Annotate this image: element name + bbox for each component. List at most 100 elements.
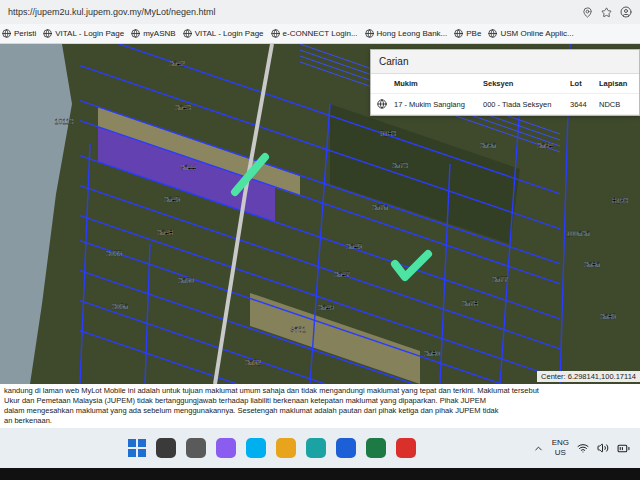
disclaimer: kandung di laman web MyLot Mobile ini ad…: [0, 384, 640, 428]
parcel-boundary: [500, 104, 520, 384]
globe-icon: [365, 29, 374, 38]
lot-label[interactable]: 8193: [612, 197, 628, 204]
center-coordinates: Center: 6.298141,100.17114: [537, 371, 640, 382]
globe-icon: [271, 29, 280, 38]
globe-icon: [131, 29, 140, 38]
lot-label[interactable]: 3649: [318, 304, 334, 311]
lot-label[interactable]: 3645: [346, 243, 362, 250]
disclaimer-line: Ukur dan Pemetaan Malaysia (JUPEM) tidak…: [4, 396, 636, 406]
lot-label[interactable]: 3686: [584, 261, 600, 268]
land: [0, 44, 640, 384]
battery-icon[interactable]: [617, 442, 630, 455]
bookmarks-bar: Peristi VITAL - Login Page myASNB VITAL - L…: [0, 24, 640, 44]
parcel-boundary: [80, 121, 560, 284]
app-icon[interactable]: [396, 438, 416, 458]
lot-label[interactable]: 3645: [164, 196, 180, 203]
lot-label[interactable]: 3642: [169, 60, 185, 67]
column-header: Mukim: [394, 79, 480, 88]
column-header: Lapisan: [599, 79, 633, 88]
table-cell: 17 - Mukim Sanglang: [394, 100, 480, 109]
bookmark[interactable]: USM Online Applic...: [488, 29, 573, 38]
parcel-boundary: [145, 244, 150, 384]
lot-label[interactable]: 3650: [178, 277, 194, 284]
address-actions: [582, 6, 632, 18]
taskbar: ENGUS: [0, 428, 640, 468]
bookmark[interactable]: PBe: [454, 29, 481, 38]
bookmark[interactable]: e-CONNECT Login...: [271, 29, 358, 38]
lot-label[interactable]: 100636: [566, 230, 589, 237]
road: [215, 44, 272, 384]
globe-icon: [488, 29, 497, 38]
disclaimer-line: an berkenaan.: [4, 416, 636, 426]
lot-label[interactable]: 5183: [380, 130, 396, 137]
screen: https://jupem2u.kul.jupem.gov.my/MyLot/n…: [0, 0, 640, 480]
column-header: Seksyen: [483, 79, 567, 88]
parcel-boundary: [310, 104, 330, 384]
parcel-boundary: [80, 186, 560, 349]
globe-icon: [377, 99, 387, 109]
language-indicator[interactable]: ENGUS: [552, 438, 569, 458]
parcel-boundary: [440, 164, 450, 384]
lot-label[interactable]: 3647: [334, 271, 350, 278]
chevron-up-icon[interactable]: [533, 443, 544, 454]
check-mark-icon: [395, 254, 428, 277]
parcel-boundary: [80, 301, 560, 384]
bookmark[interactable]: VITAL - Login Page: [43, 29, 124, 38]
screen-bezel: [0, 468, 640, 480]
app-icon[interactable]: [216, 438, 236, 458]
app-icon[interactable]: [306, 438, 326, 458]
lot-label[interactable]: 3056: [112, 303, 128, 310]
wifi-icon[interactable]: [577, 442, 589, 454]
location-icon[interactable]: [582, 7, 593, 18]
table-cell: 000 - Tiada Seksyen: [483, 100, 567, 109]
app-icon[interactable]: [336, 438, 356, 458]
parcel-boundary: [80, 271, 560, 384]
lot-label[interactable]: 3696: [480, 142, 496, 149]
bookmark[interactable]: Hong Leong Bank...: [365, 29, 448, 38]
lot-label[interactable]: 3651: [290, 326, 306, 333]
bookmark[interactable]: VITAL - Login Page: [183, 29, 264, 38]
lot-label[interactable]: 3644: [180, 164, 196, 171]
taskbar-apps: [128, 438, 416, 458]
table-cell: 3644: [570, 100, 596, 109]
column-header: Lot: [570, 79, 596, 88]
lot-label[interactable]: 3685: [600, 313, 616, 320]
search-panel: CarianMukimSeksyenLotLapisan17 - Mukim S…: [370, 49, 640, 116]
lot-label[interactable]: 3676: [372, 204, 388, 211]
table-cell: NDCB: [599, 100, 633, 109]
app-icon[interactable]: [156, 438, 176, 458]
table-row[interactable]: 17 - Mukim Sanglang000 - Tiada Seksyen36…: [371, 94, 639, 115]
bookmark[interactable]: Peristi: [2, 29, 36, 38]
lot-label[interactable]: 3677: [492, 276, 508, 283]
sea: [0, 44, 72, 384]
app-icon[interactable]: [276, 438, 296, 458]
app-icon[interactable]: [186, 438, 206, 458]
lot-label[interactable]: 3694: [537, 142, 553, 149]
lot-label[interactable]: 3055: [106, 250, 122, 257]
parcel-boundary: [80, 331, 560, 384]
bookmark[interactable]: myASNB: [131, 29, 175, 38]
lot-label[interactable]: 3643: [175, 104, 191, 111]
lot-label[interactable]: 3652: [245, 359, 261, 366]
profile-icon[interactable]: [620, 6, 632, 18]
lot-label[interactable]: 3673: [392, 162, 408, 169]
lot-label[interactable]: 3680: [424, 350, 440, 357]
disclaimer-line: dalam mengesahkan maklumat yang ada sebe…: [4, 406, 636, 416]
map[interactable]: 3642 3643 3644 3645 3648 3055 3650 3056 10113 518…: [0, 44, 640, 384]
app-icon[interactable]: [246, 438, 266, 458]
app-icon[interactable]: [366, 438, 386, 458]
lot-parcel[interactable]: [98, 127, 275, 222]
globe-icon: [454, 29, 463, 38]
lot-label[interactable]: 3648: [157, 229, 173, 236]
disclaimer-line: kandung di laman web MyLot Mobile ini ad…: [4, 386, 636, 396]
url[interactable]: https://jupem2u.kul.jupem.gov.my/MyLot/n…: [8, 7, 574, 17]
windows-start-icon[interactable]: [128, 439, 146, 457]
lot-label[interactable]: 10113: [55, 118, 74, 125]
globe-icon: [2, 29, 11, 38]
system-tray: ENGUS: [533, 438, 630, 458]
parcel-boundary: [80, 144, 90, 384]
star-icon[interactable]: [601, 7, 612, 18]
address-bar[interactable]: https://jupem2u.kul.jupem.gov.my/MyLot/n…: [0, 0, 640, 24]
lot-label[interactable]: 3678: [462, 300, 478, 307]
speaker-icon[interactable]: [597, 442, 609, 454]
